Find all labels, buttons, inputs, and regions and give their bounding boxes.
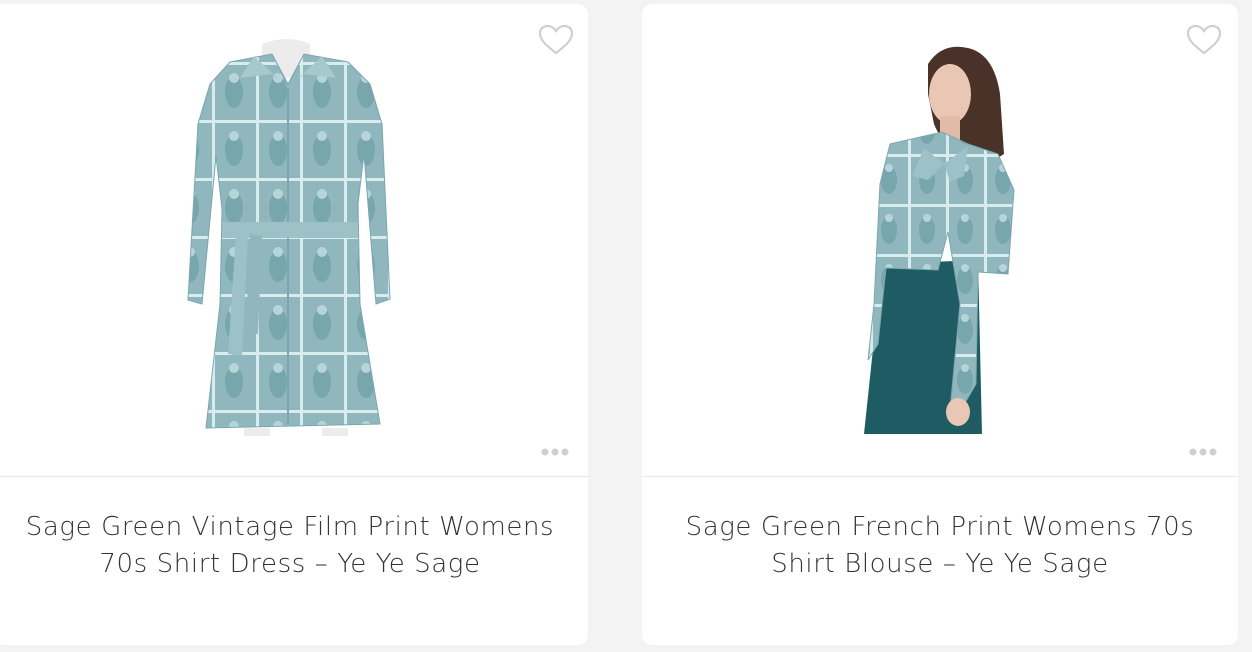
more-dots-icon[interactable] (540, 444, 574, 458)
product-card[interactable]: Sage Green Vintage Film Print Womens 70s… (0, 4, 588, 645)
product-title[interactable]: Sage Green French Print Womens 70s Shirt… (662, 509, 1218, 583)
product-image[interactable] (642, 4, 1238, 476)
model-blouse-image (864, 46, 1015, 434)
product-card[interactable]: Sage Green French Print Womens 70s Shirt… (642, 4, 1238, 645)
divider (642, 476, 1238, 477)
product-title[interactable]: Sage Green Vintage Film Print Womens 70s… (12, 509, 568, 583)
product-image[interactable] (0, 4, 588, 476)
wishlist-heart-icon[interactable] (1186, 24, 1222, 56)
shirt-dress-image (187, 39, 391, 436)
wishlist-heart-icon[interactable] (538, 24, 574, 56)
divider (0, 476, 588, 477)
more-dots-icon[interactable] (1188, 444, 1222, 458)
